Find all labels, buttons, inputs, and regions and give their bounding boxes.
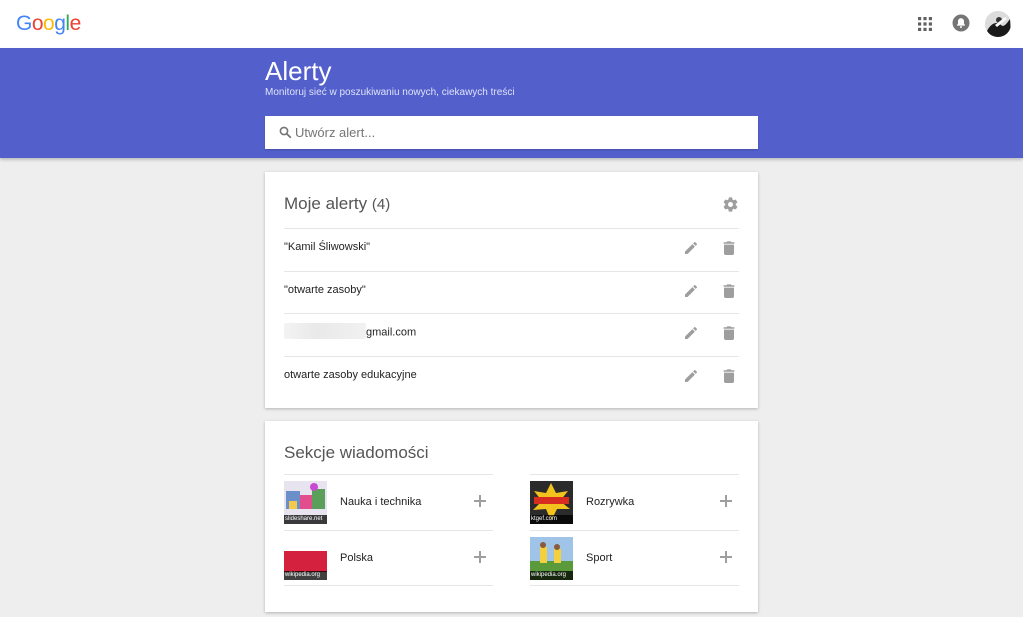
thumbnail-source: slideshare.net (284, 515, 327, 524)
trash-icon[interactable] (723, 241, 735, 255)
thumbnail-source: ktgef.com (530, 515, 573, 524)
gear-icon[interactable] (722, 196, 739, 213)
section-thumbnail: wikipedia.org (284, 537, 327, 580)
logo-letter: o (43, 12, 55, 35)
create-alert-box[interactable] (265, 116, 758, 149)
plus-icon[interactable] (720, 495, 732, 507)
alert-query: "otwarte zasoby" (284, 283, 366, 296)
top-bar: Google (0, 0, 1023, 48)
news-column-right: ktgef.com Rozrywka wikipedia.org Sport (530, 474, 739, 586)
logo-letter: G (16, 12, 32, 35)
redacted-text (284, 323, 366, 339)
section-thumbnail: ktgef.com (530, 481, 573, 524)
section-label: Sport (586, 552, 613, 564)
search-icon (279, 126, 292, 139)
page-title: Alerty (265, 56, 332, 86)
alert-row[interactable]: otwarte zasoby edukacyjne (284, 355, 739, 399)
alert-row[interactable]: "otwarte zasoby" (284, 270, 739, 314)
trash-icon[interactable] (723, 368, 735, 383)
logo-letter: g (54, 12, 66, 35)
trash-icon[interactable] (723, 326, 735, 340)
news-section-item[interactable]: slideshare.net Nauka i technika (284, 474, 493, 530)
section-label: Polska (340, 552, 374, 564)
my-alerts-title: Moje alerty (284, 194, 368, 213)
news-section-item[interactable]: ktgef.com Rozrywka (530, 474, 739, 530)
apps-icon[interactable] (917, 16, 933, 32)
avatar-image (985, 11, 1011, 37)
section-thumbnail: slideshare.net (284, 481, 327, 524)
alerts-count: (4) (371, 196, 391, 213)
alert-query: otwarte zasoby edukacyjne (284, 368, 417, 381)
google-logo[interactable]: Google (16, 12, 81, 36)
section-label: Rozrywka (586, 496, 635, 508)
thumbnail-source: wikipedia.org (530, 571, 573, 580)
notifications-icon[interactable] (952, 14, 970, 32)
my-alerts-heading: Moje alerty (4) (284, 194, 390, 214)
news-sections-title: Sekcje wiadomości (284, 443, 429, 462)
plus-icon[interactable] (474, 551, 486, 563)
alerts-banner: Alerty Monitoruj sieć w poszukiwaniu now… (0, 48, 1023, 158)
plus-icon[interactable] (474, 495, 486, 507)
trash-icon[interactable] (723, 283, 735, 298)
alert-row[interactable]: gmail.com (284, 313, 739, 356)
avatar[interactable] (985, 11, 1011, 37)
alerts-list: "Kamil Śliwowski" "otwarte zasoby" gmail… (284, 228, 739, 398)
alert-query-visible: gmail.com (366, 326, 417, 339)
section-label: Nauka i technika (340, 496, 422, 508)
thumbnail-source: wikipedia.org (284, 571, 327, 580)
alert-query: gmail.com (284, 323, 417, 339)
create-alert-input[interactable] (295, 116, 750, 149)
pencil-icon[interactable] (684, 241, 698, 255)
pencil-icon[interactable] (684, 369, 698, 383)
news-section-item[interactable]: wikipedia.org Polska (284, 530, 493, 586)
logo-letter: e (69, 12, 82, 35)
logo-letter: o (31, 12, 44, 35)
pencil-icon[interactable] (684, 326, 698, 340)
news-sections-card: Sekcje wiadomości slideshare.net Nauka i… (265, 421, 758, 612)
pencil-icon[interactable] (684, 284, 698, 298)
page-subtitle: Monitoruj sieć w poszukiwaniu nowych, ci… (265, 87, 515, 98)
news-section-item[interactable]: wikipedia.org Sport (530, 530, 739, 586)
section-thumbnail: wikipedia.org (530, 537, 573, 580)
alert-row[interactable]: "Kamil Śliwowski" (284, 228, 739, 271)
alert-query: "Kamil Śliwowski" (284, 241, 371, 253)
news-column-left: slideshare.net Nauka i technika wikipedi… (284, 474, 493, 586)
my-alerts-card: Moje alerty (4) "Kamil Śliwowski" "otwar… (265, 172, 758, 408)
plus-icon[interactable] (720, 551, 732, 563)
